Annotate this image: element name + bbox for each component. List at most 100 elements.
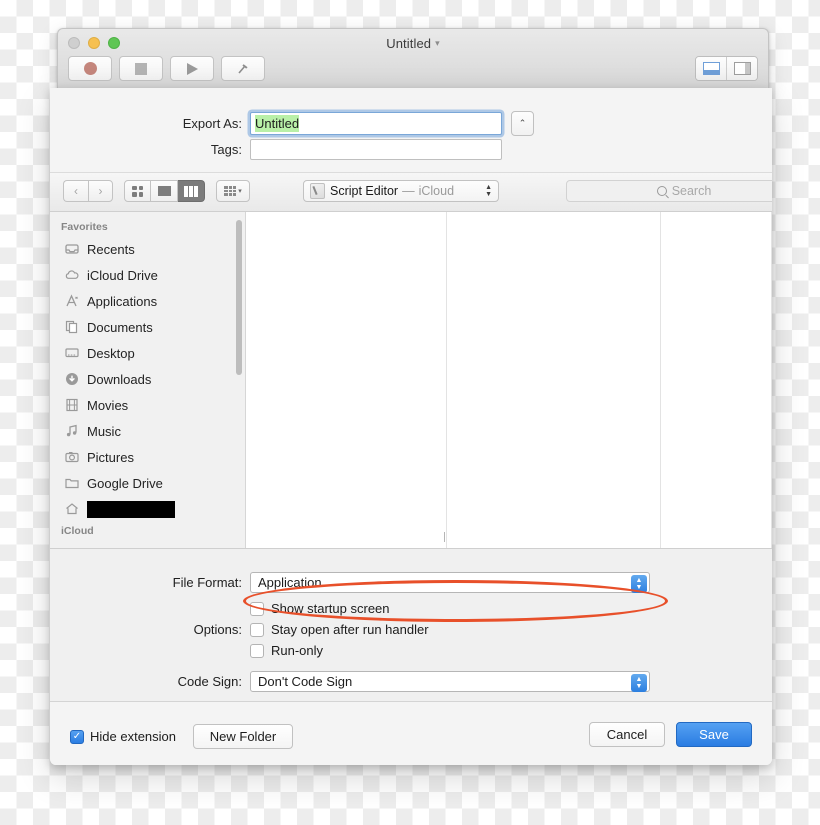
tags-row: Tags: — [70, 139, 502, 160]
browser-column-1[interactable] — [246, 212, 449, 548]
checkbox-box — [250, 622, 264, 637]
checkbox-box — [250, 643, 264, 658]
checkbox-stay-open-after-run-handler[interactable]: Stay open after run handler — [250, 622, 429, 637]
desktop-icon — [64, 345, 80, 361]
back-button[interactable]: ‹ — [63, 180, 88, 202]
sidebar-item-icloud-drive[interactable]: iCloud Drive — [50, 262, 245, 288]
sidebar-item-documents[interactable]: Documents — [50, 314, 245, 340]
sidebar-item-desktop[interactable]: Desktop — [50, 340, 245, 366]
code-sign-popup[interactable]: Don't Code Sign ▲ ▼ — [250, 671, 650, 692]
column-view-icon — [184, 185, 199, 197]
code-sign-row: Code Sign: Don't Code Sign ▲ ▼ — [70, 671, 650, 692]
home-icon — [64, 501, 80, 517]
hammer-icon — [238, 63, 248, 74]
run-button[interactable] — [170, 56, 214, 81]
sidebar-item-downloads[interactable]: Downloads — [50, 366, 245, 392]
chevron-up-icon: ⌃ — [518, 118, 527, 128]
sidebar-item-recents[interactable]: Recents — [50, 236, 245, 262]
sidebar-item-pictures[interactable]: Pictures — [50, 444, 245, 470]
segment-side-pane[interactable] — [726, 57, 757, 80]
side-pane-icon — [733, 62, 751, 75]
browser-column-2[interactable] — [447, 212, 661, 548]
chevron-down-icon[interactable]: ▾ — [435, 38, 440, 48]
export-as-input[interactable]: Untitled — [250, 112, 502, 135]
file-format-stepper-icon: ▲ ▼ — [631, 574, 647, 593]
chevron-left-icon: ‹ — [74, 184, 78, 198]
sidebar-item-label: Movies — [87, 397, 129, 413]
export-save-sheet: Export As: Untitled ⌃ Tags: ‹ › ▾ Script… — [50, 88, 772, 765]
sidebar-item-movies[interactable]: Movies — [50, 392, 245, 418]
options-label: Options: — [193, 622, 242, 637]
column-view-button[interactable] — [178, 180, 205, 202]
search-icon — [656, 186, 667, 196]
segment-bottom-pane[interactable] — [696, 57, 726, 80]
sidebar-item-label: Google Drive — [87, 475, 163, 491]
sidebar-item-applications[interactable]: Applications — [50, 288, 245, 314]
sidebar-scrollbar[interactable] — [236, 220, 242, 375]
sidebar-item-label: iCloud Drive — [87, 267, 158, 283]
checkbox-show-startup-screen[interactable]: Show startup screen — [250, 601, 429, 616]
checkbox-box: ✓ — [70, 729, 84, 744]
arrange-by-button[interactable]: ▾ — [216, 180, 250, 202]
export-as-value: Untitled — [255, 115, 300, 132]
sidebar-header-favorites: Favorites — [61, 221, 108, 233]
location-popup-button[interactable]: Script Editor — iCloud ▲ ▼ — [303, 180, 499, 202]
export-as-row: Export As: Untitled ⌃ — [70, 111, 534, 136]
script-editor-window: Untitled ▾ — [57, 28, 769, 88]
options-checkbox-group: Show startup screen Stay open after run … — [250, 601, 429, 658]
sidebar-item-home[interactable] — [50, 496, 245, 522]
record-button[interactable] — [68, 56, 112, 81]
stop-button[interactable] — [119, 56, 163, 81]
expand-sheet-button[interactable]: ⌃ — [511, 111, 534, 136]
sidebar-item-google-drive[interactable]: Google Drive — [50, 470, 245, 496]
window-title-text: Untitled — [386, 36, 432, 51]
record-circle-icon — [83, 62, 97, 75]
list-view-button[interactable] — [151, 180, 178, 202]
bottom-pane-icon — [702, 62, 720, 75]
location-stepper-icon: ▲ ▼ — [485, 184, 492, 198]
sidebar: Favorites Recents iCloud Drive Applicati… — [50, 212, 246, 548]
download-arrow-icon — [64, 371, 80, 387]
file-format-row: File Format: Application ▲ ▼ — [70, 572, 650, 593]
checkbox-label: Stay open after run handler — [271, 622, 429, 637]
forward-button[interactable]: › — [88, 180, 113, 202]
tags-input[interactable] — [250, 139, 502, 160]
folder-icon — [64, 475, 80, 491]
sidebar-item-label: Music — [87, 423, 121, 439]
sidebar-item-label: Applications — [87, 293, 158, 309]
location-separator: — — [402, 184, 415, 198]
icon-view-button[interactable] — [124, 180, 151, 202]
bottom-right-controls: Cancel Save — [589, 722, 752, 747]
browser-column-3[interactable] — [661, 212, 772, 548]
checkbox-label: Run-only — [271, 643, 324, 658]
sidebar-item-music[interactable]: Music — [50, 418, 245, 444]
sidebar-header-icloud: iCloud — [61, 525, 94, 537]
code-sign-label: Code Sign: — [177, 674, 242, 689]
file-format-popup[interactable]: Application ▲ ▼ — [250, 572, 650, 593]
save-button[interactable]: Save — [676, 722, 752, 747]
list-view-icon — [157, 186, 171, 196]
file-browser: Favorites Recents iCloud Drive Applicati… — [50, 212, 772, 549]
camera-icon — [64, 449, 80, 465]
checkbox-run-only[interactable]: Run-only — [250, 643, 429, 658]
checkbox-box — [250, 601, 264, 616]
stop-square-icon — [135, 62, 147, 75]
sidebar-item-label: Recents — [87, 241, 135, 257]
search-placeholder: Search — [671, 184, 712, 198]
window-title: Untitled ▾ — [58, 36, 768, 51]
checkbox-label: Hide extension — [90, 729, 176, 744]
cancel-button[interactable]: Cancel — [589, 722, 665, 747]
checkbox-hide-extension[interactable]: ✓ Hide extension — [70, 729, 176, 744]
view-mode-control — [124, 180, 205, 202]
sidebar-item-label: Downloads — [87, 371, 152, 387]
location-source: iCloud — [418, 184, 455, 198]
back-forward-control: ‹ › — [63, 180, 113, 202]
new-folder-button[interactable]: New Folder — [193, 724, 293, 749]
chevron-down-icon: ▾ — [238, 188, 242, 195]
options-row: Options: Show startup screen Stay open a… — [70, 601, 429, 658]
name-area: Export As: Untitled ⌃ Tags: — [50, 88, 772, 173]
film-icon — [64, 397, 80, 413]
compile-button[interactable] — [221, 56, 265, 81]
icon-view-icon — [132, 185, 143, 197]
search-input[interactable]: Search — [566, 180, 772, 202]
